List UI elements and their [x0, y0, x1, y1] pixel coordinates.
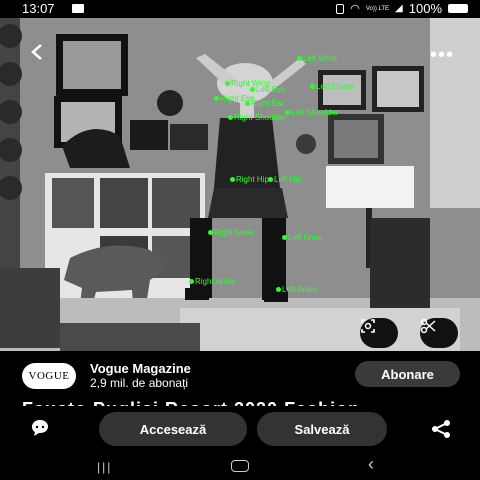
pin-image[interactable]: Left Wrist Right Wrist Left Eye Right Ey…	[0, 18, 480, 351]
keypoint-right-hip: Right Hip	[230, 176, 269, 184]
back-arrow-icon[interactable]	[28, 42, 48, 62]
scissors-icon	[420, 318, 436, 334]
share-icon[interactable]	[430, 418, 452, 440]
save-button[interactable]: Salvează	[257, 412, 387, 446]
keypoint-left-knee: Left Knee	[282, 234, 322, 242]
cut-out-button[interactable]	[420, 318, 458, 348]
keypoint-left-elbow: Left Elbow	[310, 83, 353, 91]
keypoint-left-shoulder: Left Shoulder	[285, 109, 339, 117]
action-bar: Accesează Salvează	[0, 406, 480, 452]
keypoint-left-hip: Left Hip	[268, 176, 302, 184]
network-label: Vo)) LTE	[365, 5, 390, 12]
keypoint-left-wrist: Left Wrist	[297, 55, 337, 63]
status-icons: ◠ Vo)) LTE ◢ 100%	[336, 1, 468, 16]
channel-avatar[interactable]: VOGUE	[22, 363, 76, 389]
keypoint-left-eye: Left Eye	[250, 86, 285, 94]
keypoint-right-ankle: Right Ankle	[189, 278, 235, 286]
keypoint-right-knee: Right Knee	[208, 229, 254, 237]
keypoint-right-ear: Right Ear	[245, 100, 284, 108]
access-button[interactable]: Accesează	[99, 412, 247, 446]
gallery-notification-icon	[72, 4, 84, 13]
channel-info: VOGUE Vogue Magazine 2,9 mil. de abonați…	[0, 351, 480, 406]
clock: 13:07	[22, 1, 55, 16]
status-bar: 13:07 ◠ Vo)) LTE ◢ 100%	[0, 0, 480, 18]
screenshot-icon	[336, 3, 345, 14]
lens-search-button[interactable]	[360, 318, 398, 348]
battery-icon	[448, 4, 468, 13]
signal-icon: ◢	[395, 3, 403, 14]
system-back-icon[interactable]: ‹	[368, 454, 374, 475]
channel-name[interactable]: Vogue Magazine	[90, 361, 191, 376]
system-nav-bar: ||| ‹	[0, 452, 480, 480]
subscriber-count: 2,9 mil. de abonați	[90, 376, 189, 390]
recent-apps-icon[interactable]: |||	[97, 460, 112, 474]
keypoint-right-shoulder: Right Shoulder	[228, 114, 287, 122]
lens-search-icon	[361, 319, 375, 333]
wifi-icon: ◠	[350, 3, 360, 15]
pin-title: Fausto Puglisi Resort 2020 Fashion	[22, 399, 360, 406]
pin-image-graphic	[0, 18, 480, 351]
keypoint-left-ankle: Left Ankle	[276, 286, 317, 294]
battery-percent: 100%	[408, 1, 442, 16]
more-dots-icon[interactable]: •••	[430, 44, 454, 67]
comment-icon[interactable]	[30, 418, 50, 438]
home-icon[interactable]	[231, 460, 249, 472]
subscribe-button[interactable]: Abonare	[355, 361, 460, 387]
